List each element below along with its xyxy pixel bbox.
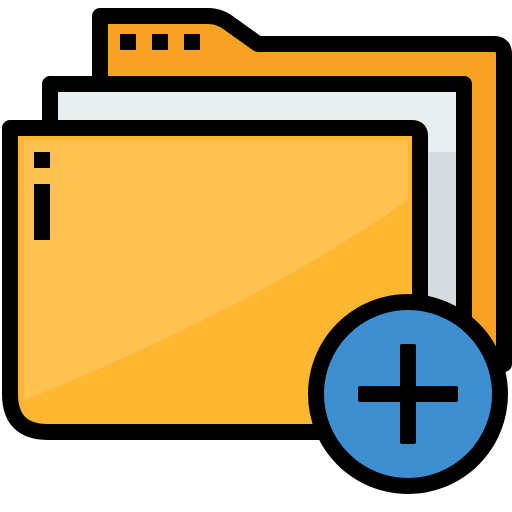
indicator-bar-icon	[34, 184, 50, 240]
tab-dot-icon	[184, 34, 200, 50]
tab-dot-icon	[120, 34, 136, 50]
tab-dot-icon	[152, 34, 168, 50]
add-folder-icon	[0, 0, 512, 512]
indicator-dot-icon	[34, 152, 50, 168]
add-folder-icon-graphic	[2, 8, 512, 494]
plus-icon	[308, 294, 508, 494]
